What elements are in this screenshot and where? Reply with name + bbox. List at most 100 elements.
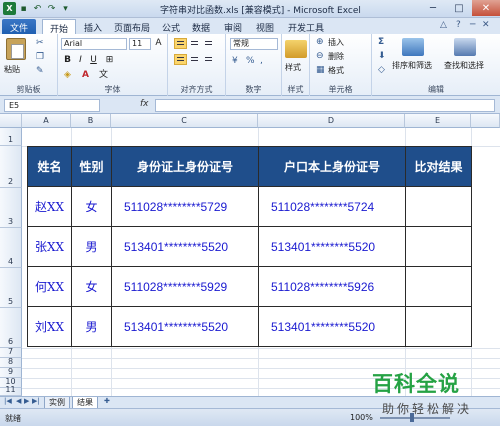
cell-result[interactable] xyxy=(405,186,472,227)
header-gender[interactable]: 性别 xyxy=(71,146,112,187)
row-header-6[interactable]: 6 xyxy=(0,308,22,348)
cell-household-id[interactable]: 511028********5926 xyxy=(258,266,406,307)
next-sheet-icon[interactable]: ▶ xyxy=(24,397,29,405)
phonetic-icon[interactable]: 文 xyxy=(98,70,109,81)
column-header-a[interactable]: A xyxy=(22,114,71,128)
last-sheet-icon[interactable]: ▶| xyxy=(32,397,40,405)
find-select-button[interactable]: 查找和选择 xyxy=(444,60,484,71)
align-right-icon[interactable] xyxy=(202,54,215,65)
help-icon[interactable]: ? xyxy=(456,20,461,30)
autosum-icon[interactable]: Σ xyxy=(378,37,384,47)
cell-name[interactable]: 张XX xyxy=(27,226,72,267)
format-cells-icon[interactable]: ▦ xyxy=(316,65,325,75)
currency-icon[interactable]: ¥ xyxy=(232,56,238,66)
minimize-ribbon-icon[interactable]: △ xyxy=(440,20,447,30)
align-bottom-icon[interactable] xyxy=(202,38,215,49)
workbook-min-icon[interactable]: ─ xyxy=(470,20,475,30)
minimize-button[interactable]: ─ xyxy=(420,0,446,16)
cut-icon[interactable]: ✂ xyxy=(36,38,44,48)
borders-icon[interactable]: ⊞ xyxy=(104,55,115,66)
format-cells-button[interactable]: 格式 xyxy=(328,65,344,76)
tab-page-layout[interactable]: 页面布局 xyxy=(110,19,154,34)
close-button[interactable]: ✕ xyxy=(472,0,500,16)
underline-button[interactable]: U xyxy=(88,55,99,66)
delete-cells-button[interactable]: 删除 xyxy=(328,51,344,62)
grow-font-icon[interactable]: A xyxy=(153,38,164,49)
cell-id-card[interactable]: 513401********5520 xyxy=(111,226,259,267)
row-header-1[interactable]: 1 xyxy=(0,128,22,146)
customize-qat-icon[interactable]: ▾ xyxy=(59,2,72,15)
row-header-2[interactable]: 2 xyxy=(0,146,22,188)
tab-data[interactable]: 数据 xyxy=(188,19,214,34)
format-painter-icon[interactable]: ✎ xyxy=(36,66,44,76)
zoom-level[interactable]: 100% xyxy=(350,413,373,422)
delete-cells-icon[interactable]: ⊖ xyxy=(316,51,324,61)
cell-household-id[interactable]: 513401********5520 xyxy=(258,226,406,267)
column-header-f[interactable] xyxy=(471,114,500,128)
column-header-d[interactable]: D xyxy=(258,114,405,128)
cell-id-card[interactable]: 513401********5520 xyxy=(111,306,259,347)
align-top-icon[interactable] xyxy=(174,38,187,49)
cell-name[interactable]: 赵XX xyxy=(27,186,72,227)
italic-button[interactable]: I xyxy=(75,55,86,66)
excel-logo-icon[interactable]: X xyxy=(3,2,16,15)
cell-id-card[interactable]: 511028********5729 xyxy=(111,186,259,227)
bold-button[interactable]: B xyxy=(62,55,73,66)
insert-function-icon[interactable]: fx xyxy=(140,99,149,109)
name-box[interactable]: E5 xyxy=(4,99,100,112)
header-household-id[interactable]: 户口本上身份证号 xyxy=(258,146,406,187)
paste-icon[interactable] xyxy=(6,38,26,60)
cell-gender[interactable]: 男 xyxy=(71,226,112,267)
find-select-icon[interactable] xyxy=(454,38,476,56)
cell-name[interactable]: 刘XX xyxy=(27,306,72,347)
paste-button[interactable]: 粘贴 xyxy=(4,64,20,75)
redo-icon[interactable]: ↷ xyxy=(45,2,58,15)
align-middle-icon[interactable] xyxy=(188,38,201,49)
comma-icon[interactable]: , xyxy=(260,56,263,66)
undo-icon[interactable]: ↶ xyxy=(31,2,44,15)
cell-household-id[interactable]: 513401********5520 xyxy=(258,306,406,347)
save-icon[interactable]: ▪ xyxy=(17,2,30,15)
new-sheet-icon[interactable]: ✚ xyxy=(104,397,110,405)
tab-formulas[interactable]: 公式 xyxy=(158,19,184,34)
font-name-select[interactable]: Arial xyxy=(61,38,127,50)
clear-icon[interactable]: ◇ xyxy=(378,65,385,75)
column-header-b[interactable]: B xyxy=(71,114,111,128)
sort-filter-icon[interactable] xyxy=(402,38,424,56)
fill-color-icon[interactable]: ◈ xyxy=(62,70,73,81)
row-header-5[interactable]: 5 xyxy=(0,268,22,308)
cell-result[interactable] xyxy=(405,226,472,267)
sort-filter-button[interactable]: 排序和筛选 xyxy=(392,60,432,71)
cell-result[interactable] xyxy=(405,306,472,347)
insert-cells-icon[interactable]: ⊕ xyxy=(316,37,324,47)
tab-developer[interactable]: 开发工具 xyxy=(284,19,328,34)
copy-icon[interactable]: ❐ xyxy=(36,52,44,62)
align-center-icon[interactable] xyxy=(188,54,201,65)
percent-icon[interactable]: % xyxy=(246,56,255,66)
first-sheet-icon[interactable]: |◀ xyxy=(4,397,12,405)
cell-gender[interactable]: 男 xyxy=(71,306,112,347)
column-header-e[interactable]: E xyxy=(405,114,471,128)
number-format-select[interactable]: 常规 xyxy=(230,38,278,50)
cell-id-card[interactable]: 511028********5929 xyxy=(111,266,259,307)
header-id-card[interactable]: 身份证上身份证号 xyxy=(111,146,259,187)
cell-name[interactable]: 何XX xyxy=(27,266,72,307)
tab-view[interactable]: 视图 xyxy=(252,19,278,34)
styles-icon[interactable] xyxy=(285,40,307,58)
workbook-close-icon[interactable]: ✕ xyxy=(482,20,490,30)
tab-file[interactable]: 文件 xyxy=(2,19,36,34)
font-color-icon[interactable]: A xyxy=(80,70,91,81)
styles-button[interactable]: 样式 xyxy=(285,62,301,73)
fill-icon[interactable]: ⬇ xyxy=(378,51,386,61)
column-header-c[interactable]: C xyxy=(111,114,258,128)
cell-gender[interactable]: 女 xyxy=(71,186,112,227)
header-result[interactable]: 比对结果 xyxy=(405,146,472,187)
row-header-3[interactable]: 3 xyxy=(0,188,22,228)
row-header-4[interactable]: 4 xyxy=(0,228,22,268)
cell-gender[interactable]: 女 xyxy=(71,266,112,307)
insert-cells-button[interactable]: 插入 xyxy=(328,37,344,48)
tab-insert[interactable]: 插入 xyxy=(80,19,106,34)
maximize-button[interactable]: □ xyxy=(446,0,472,16)
row-header-11[interactable]: 11 xyxy=(0,385,22,396)
cell-result[interactable] xyxy=(405,266,472,307)
